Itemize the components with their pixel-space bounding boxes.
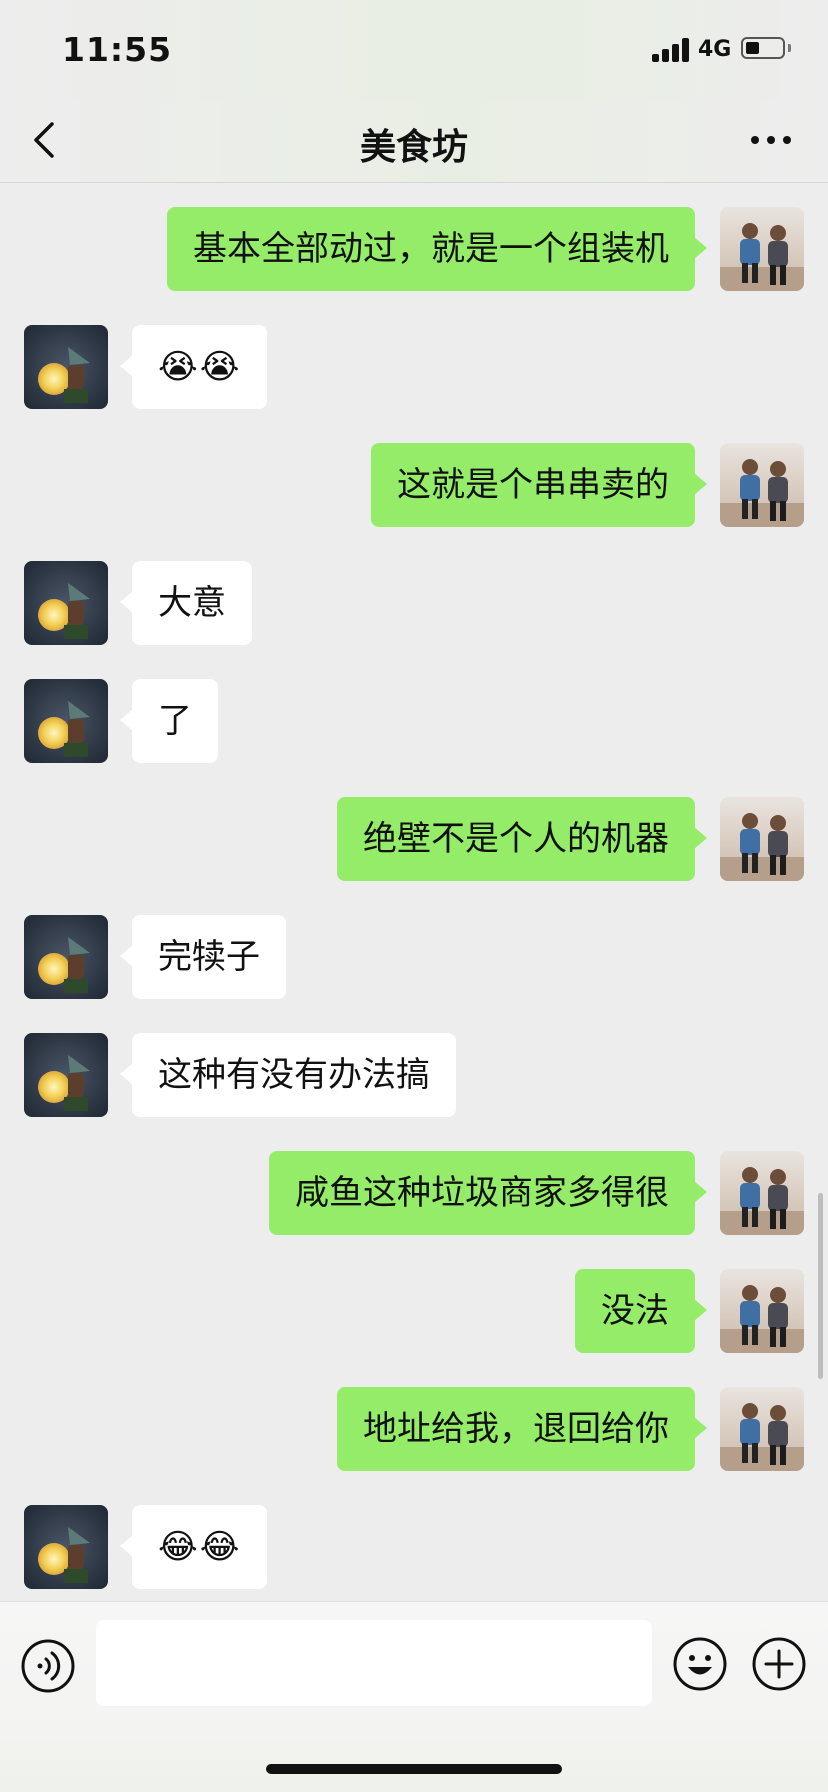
message-row: 😭😭 xyxy=(0,325,828,409)
contact-avatar[interactable] xyxy=(24,679,108,763)
voice-icon[interactable] xyxy=(20,1638,76,1694)
message-row: 大意 xyxy=(0,561,828,645)
status-time: 11:55 xyxy=(62,30,173,69)
my-avatar[interactable] xyxy=(720,797,804,881)
contact-avatar[interactable] xyxy=(24,915,108,999)
message-bubble-received[interactable]: 完犊子 xyxy=(120,915,286,999)
message-bubble-sent[interactable]: 这就是个串串卖的 xyxy=(371,443,707,527)
battery-icon xyxy=(741,37,785,59)
message-bubble-sent[interactable]: 基本全部动过，就是一个组装机 xyxy=(167,207,707,291)
my-avatar[interactable] xyxy=(720,207,804,291)
message-bubble-sent[interactable]: 没法 xyxy=(575,1269,707,1353)
more-dots-icon[interactable] xyxy=(748,120,794,160)
network-type: 4G xyxy=(698,37,732,62)
message-row: 这就是个串串卖的 xyxy=(0,443,828,527)
message-input[interactable] xyxy=(96,1620,652,1706)
message-row: 没法 xyxy=(0,1269,828,1353)
message-bubble-received[interactable]: 了 xyxy=(120,679,218,763)
message-row: 绝壁不是个人的机器 xyxy=(0,797,828,881)
message-row: 地址给我，退回给你 xyxy=(0,1387,828,1471)
message-bubble-sent[interactable]: 绝壁不是个人的机器 xyxy=(337,797,707,881)
scroll-indicator[interactable] xyxy=(818,1193,823,1379)
message-bubble-received[interactable]: 大意 xyxy=(120,561,252,645)
message-row: 😂😂 xyxy=(0,1505,828,1589)
home-indicator[interactable] xyxy=(266,1764,562,1774)
contact-avatar[interactable] xyxy=(24,325,108,409)
my-avatar[interactable] xyxy=(720,443,804,527)
message-bubble-received[interactable]: 这种有没有办法搞 xyxy=(120,1033,456,1117)
contact-avatar[interactable] xyxy=(24,561,108,645)
message-row: 基本全部动过，就是一个组装机 xyxy=(0,207,828,291)
signal-icon xyxy=(652,36,692,62)
contact-avatar[interactable] xyxy=(24,1505,108,1589)
chat-title: 美食坊 xyxy=(359,127,468,168)
message-row: 了 xyxy=(0,679,828,763)
message-list[interactable]: 基本全部动过，就是一个组装机 😭😭 这就是个串串卖的 大意 了 绝壁不是个人的机… xyxy=(0,183,828,1601)
message-row: 完犊子 xyxy=(0,915,828,999)
message-bubble-sent[interactable]: 地址给我，退回给你 xyxy=(337,1387,707,1471)
my-avatar[interactable] xyxy=(720,1269,804,1353)
message-bubble-received[interactable]: 😂😂 xyxy=(119,1505,268,1589)
nav-bar: 美食坊 xyxy=(0,100,828,183)
message-row: 咸鱼这种垃圾商家多得很 xyxy=(0,1151,828,1235)
message-bubble-received[interactable]: 😭😭 xyxy=(119,325,268,409)
emoji-smile-icon[interactable] xyxy=(672,1636,728,1692)
battery-cap xyxy=(788,44,791,52)
my-avatar[interactable] xyxy=(720,1387,804,1471)
my-avatar[interactable] xyxy=(720,1151,804,1235)
message-row: 这种有没有办法搞 xyxy=(0,1033,828,1117)
status-bar: 11:55 4G xyxy=(0,0,828,100)
message-bubble-sent[interactable]: 咸鱼这种垃圾商家多得很 xyxy=(269,1151,707,1235)
plus-circle-icon[interactable] xyxy=(751,1636,807,1692)
contact-avatar[interactable] xyxy=(24,1033,108,1117)
